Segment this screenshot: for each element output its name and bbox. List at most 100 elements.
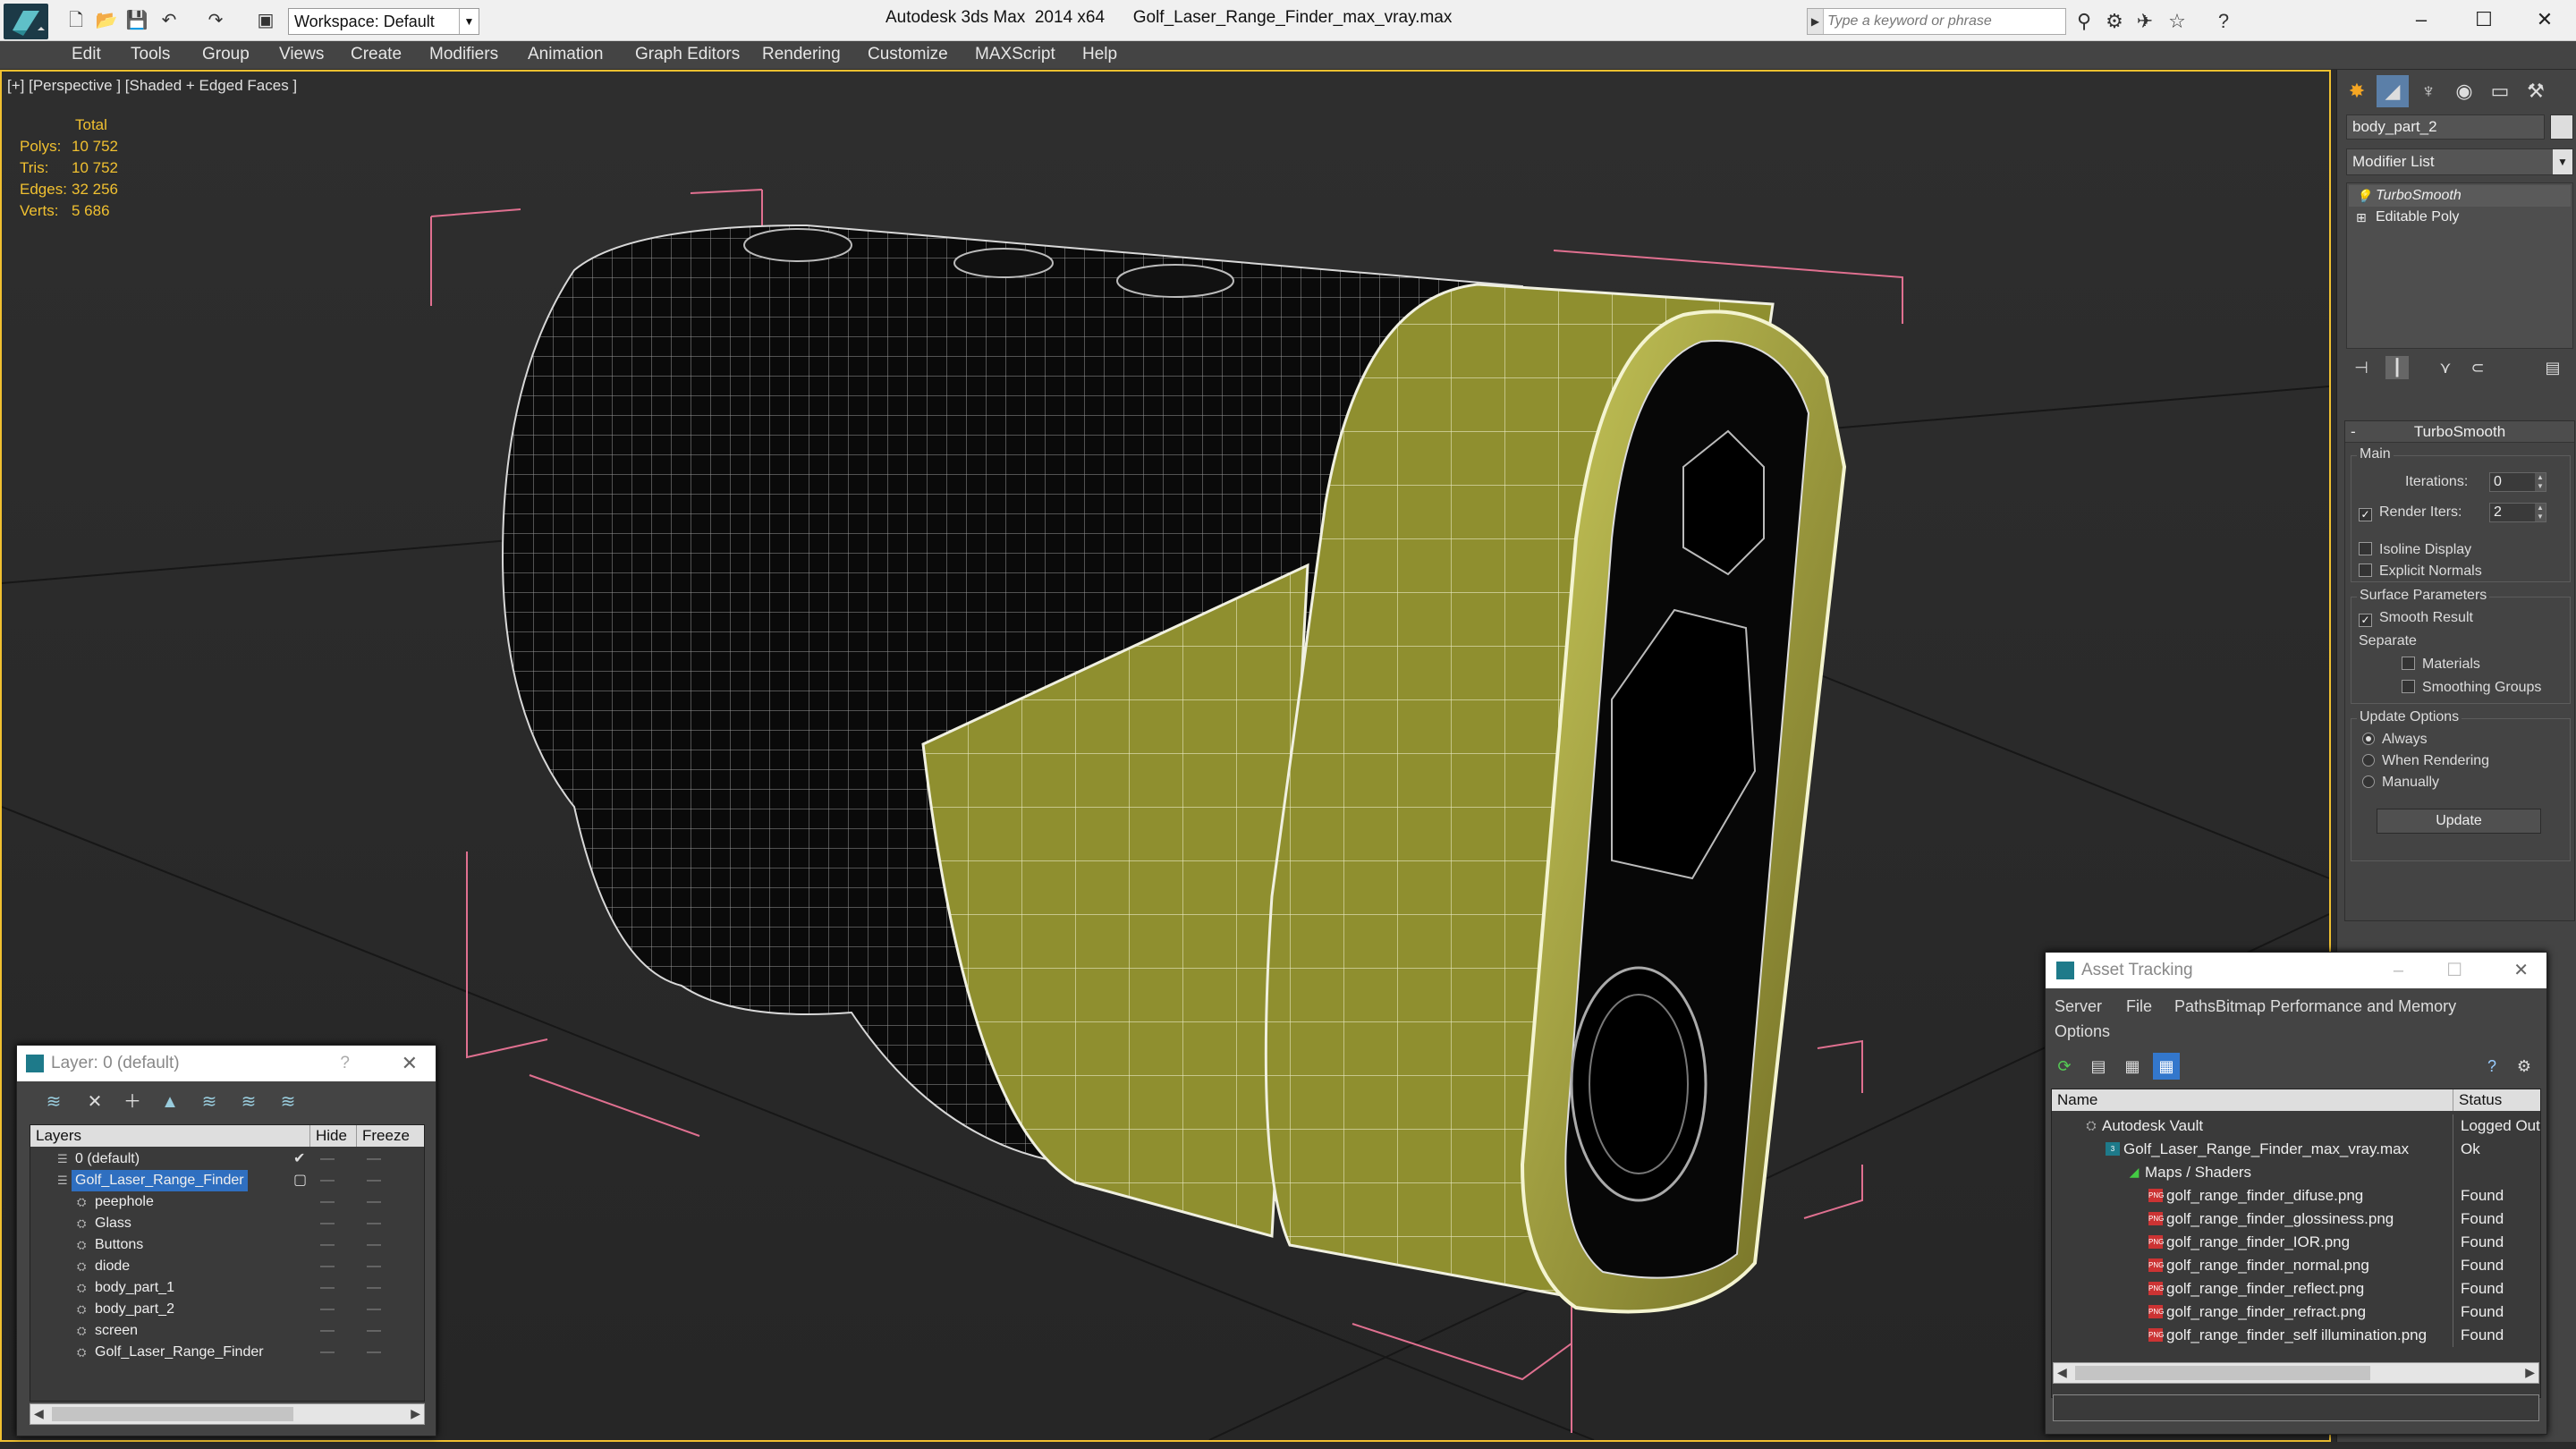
redo-icon[interactable]: ↷ [204,9,227,32]
freeze-toggle[interactable]: — [367,1342,381,1363]
freeze-toggle[interactable]: — [367,1170,381,1191]
layer-row[interactable]: ⛭ screen — — [30,1320,424,1342]
isoline-display-checkbox[interactable]: Isoline Display [2359,542,2471,558]
hide-toggle[interactable]: — [320,1277,335,1299]
iterations-spinner[interactable]: 0 ▲ ▼ [2489,472,2546,492]
help-icon[interactable]: ? [2479,1053,2505,1080]
project-folder-icon[interactable]: ▣ [254,9,277,32]
open-file-icon[interactable]: 📂 [95,9,118,32]
select-objects-icon[interactable]: ▲ [157,1089,183,1115]
column-header-freeze[interactable]: Freeze [356,1125,410,1147]
lightbulb-icon[interactable]: 💡 [2356,185,2371,207]
column-header-name[interactable]: Name [2052,1089,2097,1111]
menu-group[interactable]: Group [202,45,250,64]
hide-toggle[interactable]: — [320,1234,335,1256]
maximize-icon[interactable]: ☐ [2446,953,2462,988]
spinner-arrows-icon[interactable]: ▲ ▼ [2535,504,2546,521]
expand-arrow-icon[interactable]: ▶ [1808,9,1824,34]
checkbox-checked[interactable]: ✓ [2359,508,2372,521]
horizontal-scrollbar[interactable]: ◀ ▶ [30,1403,425,1425]
list-view-icon[interactable]: ▤ [2085,1053,2112,1080]
save-file-icon[interactable]: 💾 [125,9,148,32]
update-button[interactable]: Update [2377,809,2541,834]
hide-toggle[interactable]: — [320,1213,335,1234]
render-iters-spinner[interactable]: 2 ▲ ▼ [2489,503,2546,522]
menu-edit[interactable]: Edit [72,45,101,64]
layer-dialog-titlebar[interactable]: Layer: 0 (default) ? ✕ [17,1046,436,1081]
freeze-all-icon[interactable]: ≋ [275,1089,301,1115]
refresh-icon[interactable]: ⟳ [2051,1053,2078,1080]
when-rendering-radio[interactable]: When Rendering [2362,753,2489,769]
freeze-toggle[interactable]: — [367,1234,381,1256]
new-file-icon[interactable]: 🗋 [64,9,88,32]
maximize-button[interactable]: ☐ [2453,0,2515,39]
modifier-list-dropdown[interactable]: Modifier List ▼ [2346,148,2573,175]
stack-item-editable-poly[interactable]: ⊞ Editable Poly [2349,207,2571,228]
help-icon[interactable]: ? [340,1046,350,1081]
workspace-dropdown[interactable]: Workspace: Default ▼ [288,8,479,35]
hide-all-icon[interactable]: ≋ [235,1089,262,1115]
scroll-left-icon[interactable]: ◀ [34,1406,44,1421]
minimize-icon[interactable]: – [2394,953,2403,988]
subscription-icon[interactable]: ⚙ [2102,9,2127,34]
layer-name[interactable]: Golf_Laser_Range_Finder [72,1170,248,1191]
layer-name[interactable]: Buttons [95,1234,143,1256]
menu-graph-editors[interactable]: Graph Editors [635,45,740,64]
hide-toggle[interactable]: — [320,1170,335,1191]
motion-tab-icon[interactable]: ◉ [2448,75,2480,107]
pin-stack-icon[interactable]: ⊣ [2350,356,2373,379]
checkbox-checked[interactable]: ✓ [2359,614,2372,627]
layer-row[interactable]: ⛭ Golf_Laser_Range_Finder — — [30,1342,424,1363]
scroll-right-icon[interactable]: ▶ [411,1406,420,1421]
object-color-swatch[interactable] [2550,114,2573,140]
layer-name[interactable]: Glass [95,1213,131,1234]
rollout-header[interactable]: - TurboSmooth [2345,421,2574,443]
make-active-icon[interactable]: ▢ [293,1170,307,1191]
close-button[interactable]: ✕ [2513,0,2576,39]
menu-bitmap-performance[interactable]: Bitmap Performance and Memory [2216,997,2456,1016]
freeze-toggle[interactable]: — [367,1213,381,1234]
freeze-toggle[interactable]: — [367,1148,381,1170]
render-iters-row[interactable]: ✓ Render Iters: [2359,504,2462,521]
highlight-layer-icon[interactable]: ≋ [196,1089,223,1115]
asset-row[interactable]: PNG golf_range_finder_IOR.png Found [2052,1231,2540,1254]
layers-icon[interactable]: ≋ [40,1089,67,1115]
layer-name[interactable]: body_part_2 [95,1299,174,1320]
column-header-hide[interactable]: Hide [309,1125,347,1147]
scrollbar-thumb[interactable] [2075,1366,2370,1380]
binoculars-icon[interactable]: ⚲ [2072,9,2097,34]
materials-checkbox[interactable]: Materials [2402,657,2480,673]
make-unique-icon[interactable]: ⋎ [2434,356,2457,379]
grid-view-icon[interactable]: ▦ [2153,1053,2180,1080]
layer-name[interactable]: diode [95,1256,130,1277]
stack-item-turbosmooth[interactable]: 💡 TurboSmooth [2349,185,2571,207]
checkbox[interactable] [2402,657,2415,670]
layer-row[interactable]: ⛭ peephole — — [30,1191,424,1213]
layer-name[interactable]: peephole [95,1191,154,1213]
asset-row[interactable]: PNG golf_range_finder_self illumination.p… [2052,1324,2540,1347]
favorites-star-icon[interactable]: ☆ [2165,9,2190,34]
layer-row[interactable]: ⛭ diode — — [30,1256,424,1277]
asset-row[interactable]: ◢ Maps / Shaders [2052,1161,2540,1184]
freeze-toggle[interactable]: — [367,1320,381,1342]
hide-toggle[interactable]: — [320,1299,335,1320]
asset-row[interactable]: PNG golf_range_finder_normal.png Found [2052,1254,2540,1277]
menu-server[interactable]: Server [2055,997,2102,1016]
modify-tab-icon[interactable]: ◢ [2377,75,2409,107]
layer-row[interactable]: ⛭ Glass — — [30,1213,424,1234]
minimize-button[interactable]: – [2390,0,2453,39]
menu-tools[interactable]: Tools [131,45,170,64]
radio[interactable] [2362,775,2375,788]
close-icon[interactable]: ✕ [2513,953,2529,988]
highlight-icon[interactable]: ⚙ [2511,1053,2538,1080]
menu-modifiers[interactable]: Modifiers [429,45,498,64]
checkbox[interactable] [2359,564,2372,577]
hide-toggle[interactable]: — [320,1320,335,1342]
help-icon[interactable]: ? [2211,9,2236,34]
freeze-toggle[interactable]: — [367,1256,381,1277]
asset-path-field[interactable] [2053,1394,2539,1421]
smooth-result-checkbox[interactable]: ✓ Smooth Result [2359,610,2473,627]
menu-rendering[interactable]: Rendering [762,45,841,64]
viewport-label[interactable]: [+] [Perspective ] [Shaded + Edged Faces… [7,77,297,95]
freeze-toggle[interactable]: — [367,1299,381,1320]
